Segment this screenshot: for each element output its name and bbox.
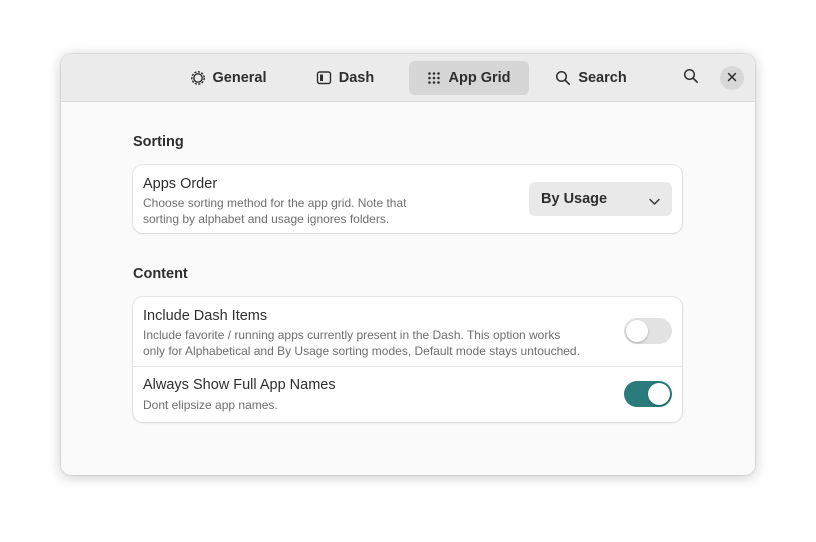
dash-icon [316, 70, 332, 86]
apps-order-dropdown[interactable]: By Usage [529, 182, 672, 216]
apps-order-subtitle-line1: Choose sorting method for the app grid. … [143, 196, 407, 210]
include-dash-toggle[interactable] [624, 318, 672, 344]
header-bar: General Dash App Grid Search [61, 54, 755, 102]
full-names-title: Always Show Full App Names [143, 377, 336, 393]
app-grid-page: Sorting Apps Order Choose sorting method… [61, 102, 755, 475]
full-names-toggle[interactable] [624, 381, 672, 407]
toggle-knob [626, 320, 648, 342]
grid-icon [427, 71, 441, 85]
tab-app-grid-label: App Grid [448, 70, 511, 86]
close-icon [727, 69, 737, 87]
tab-search-label: Search [578, 70, 627, 86]
header-search-button[interactable] [679, 66, 703, 90]
tab-general[interactable]: General [175, 61, 281, 95]
full-names-subtitle: Dont elipsize app names. [143, 398, 278, 412]
full-names-row: Always Show Full App Names Dont elipsize… [133, 366, 682, 422]
chevron-down-icon [649, 194, 660, 210]
apps-order-row: Apps Order Choose sorting method for the… [133, 165, 682, 233]
section-title-sorting: Sorting [133, 134, 184, 150]
section-title-content: Content [133, 266, 188, 282]
tab-dash[interactable]: Dash [304, 61, 386, 95]
include-dash-title: Include Dash Items [143, 308, 268, 324]
tab-general-label: General [212, 70, 267, 86]
include-dash-row: Include Dash Items Include favorite / ru… [133, 297, 682, 366]
toggle-knob [648, 383, 670, 405]
tab-app-grid[interactable]: App Grid [409, 61, 529, 95]
gear-icon [190, 70, 206, 86]
content-card: Include Dash Items Include favorite / ru… [133, 297, 682, 422]
include-dash-subtitle-line2: only for Alphabetical and By Usage sorti… [143, 344, 580, 358]
tab-dash-label: Dash [338, 70, 375, 86]
include-dash-subtitle-line1: Include favorite / running apps currentl… [143, 328, 561, 342]
search-icon [683, 68, 699, 89]
close-button[interactable] [720, 66, 744, 90]
tab-search[interactable]: Search [549, 61, 633, 95]
preferences-window: General Dash App Grid Search Sorting App… [61, 54, 755, 475]
apps-order-subtitle-line2: sorting by alphabet and usage ignores fo… [143, 212, 390, 226]
apps-order-selected: By Usage [541, 191, 608, 207]
sorting-card: Apps Order Choose sorting method for the… [133, 165, 682, 233]
apps-order-title: Apps Order [143, 176, 218, 192]
search-icon [555, 70, 571, 86]
